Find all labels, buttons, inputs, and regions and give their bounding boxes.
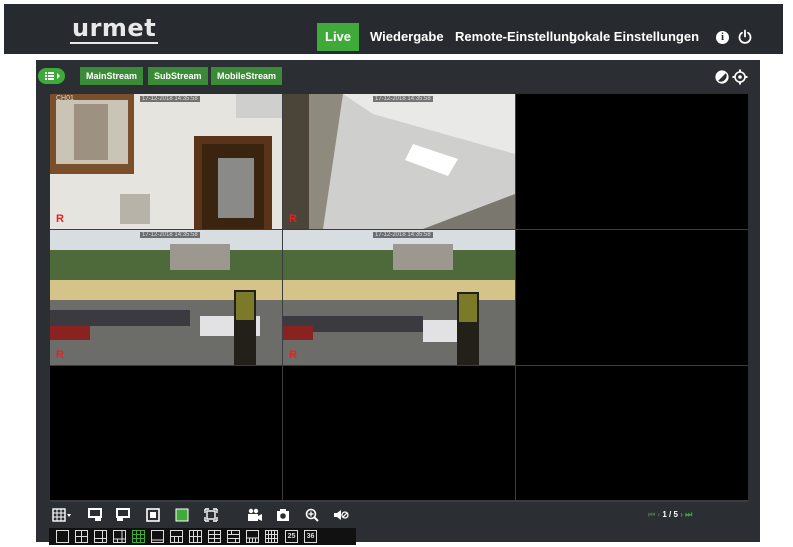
video-cell-3[interactable] bbox=[516, 94, 748, 229]
channel-label: CH03 bbox=[56, 231, 74, 238]
tab-live[interactable]: Live bbox=[317, 23, 360, 51]
last-page-button[interactable]: ⏭︎ bbox=[685, 510, 692, 519]
layout-4-icon[interactable] bbox=[75, 530, 88, 543]
info-icon[interactable]: i bbox=[716, 31, 729, 44]
channel-list-toggle-icon[interactable] bbox=[38, 68, 65, 84]
layout-single-wide-icon[interactable] bbox=[151, 530, 164, 543]
camera-feed-parking-lot bbox=[50, 230, 282, 365]
timestamp-overlay: 17-12-2018 14:35:58 bbox=[140, 232, 200, 238]
layout-selector: 25 36 bbox=[49, 528, 356, 545]
previous-screen-icon[interactable] bbox=[88, 508, 102, 522]
zoom-icon[interactable] bbox=[305, 508, 319, 522]
layout-13-icon[interactable] bbox=[208, 530, 221, 543]
video-cell-1[interactable]: CH01 17-12-2018 14:35:58 R bbox=[50, 94, 282, 229]
fullscreen-icon[interactable] bbox=[204, 508, 218, 522]
next-screen-icon[interactable] bbox=[116, 508, 130, 522]
green-view-icon[interactable] bbox=[175, 508, 189, 522]
timestamp-overlay: 17-12-2018 14:35:58 bbox=[140, 96, 200, 102]
page-separator: / bbox=[669, 510, 672, 519]
total-pages: 5 bbox=[673, 510, 678, 519]
previous-page-button[interactable]: ‹ bbox=[657, 510, 660, 519]
substream-button[interactable]: SubStream bbox=[148, 67, 208, 85]
video-cell-2[interactable]: 17-12-2018 14:35:58 R bbox=[283, 94, 515, 229]
mainstream-button[interactable]: MainStream bbox=[80, 67, 144, 85]
layout-14-icon[interactable] bbox=[227, 530, 240, 543]
timestamp-overlay: 17-12-2018 14:35:58 bbox=[373, 232, 433, 238]
layout-10-icon[interactable] bbox=[170, 530, 183, 543]
camera-feed-ceiling-light bbox=[283, 94, 515, 229]
channel-label: CH01 bbox=[56, 95, 74, 102]
layout-16-icon[interactable] bbox=[246, 530, 259, 543]
layout-6-icon[interactable] bbox=[94, 530, 107, 543]
current-page: 1 bbox=[662, 510, 667, 519]
snapshot-icon[interactable] bbox=[276, 508, 290, 522]
timestamp-overlay: 17-12-2018 14:35:58 bbox=[373, 96, 433, 102]
camera-feed-parking-lot bbox=[283, 230, 515, 365]
single-view-icon[interactable] bbox=[146, 508, 160, 522]
layout-12-icon[interactable] bbox=[189, 530, 202, 543]
power-icon[interactable] bbox=[737, 29, 753, 45]
first-page-button[interactable]: ⏮︎ bbox=[648, 510, 655, 519]
tab-lokale-einstellungen[interactable]: Lokale Einstellungen bbox=[561, 23, 707, 51]
layout-grid-icon[interactable] bbox=[52, 508, 72, 522]
recording-indicator: R bbox=[56, 213, 64, 225]
mobilestream-button[interactable]: MobileStream bbox=[211, 67, 283, 85]
record-icon[interactable] bbox=[247, 508, 263, 522]
next-page-button[interactable]: › bbox=[680, 510, 683, 519]
layout-8-icon[interactable] bbox=[113, 530, 126, 543]
video-cell-8[interactable] bbox=[283, 366, 515, 500]
video-cell-6[interactable] bbox=[516, 230, 748, 365]
page-navigator: ⏮︎ ‹ 1 / 5 › ⏭︎ bbox=[648, 508, 692, 522]
video-cell-9[interactable] bbox=[516, 366, 748, 500]
layout-36-button[interactable]: 36 bbox=[304, 530, 317, 543]
video-grid: CH01 17-12-2018 14:35:58 R 17-12-2018 14… bbox=[50, 94, 748, 502]
camera-feed-indoor-door bbox=[50, 94, 282, 229]
recording-indicator: R bbox=[289, 349, 297, 361]
live-toolbar bbox=[50, 505, 748, 525]
gear-icon[interactable] bbox=[732, 69, 748, 85]
video-cell-5[interactable]: CH04 17-12-2018 14:35:58 R bbox=[283, 230, 515, 365]
recording-indicator: R bbox=[289, 213, 297, 225]
layout-20-icon[interactable] bbox=[265, 530, 278, 543]
layout-25-button[interactable]: 25 bbox=[285, 530, 298, 543]
channel-label: CH04 bbox=[289, 231, 307, 238]
contrast-icon[interactable] bbox=[715, 70, 729, 84]
layout-9-icon[interactable] bbox=[132, 530, 145, 543]
recording-indicator: R bbox=[56, 349, 64, 361]
audio-icon[interactable] bbox=[333, 508, 349, 522]
tab-wiedergabe[interactable]: Wiedergabe bbox=[362, 23, 452, 51]
video-cell-7[interactable] bbox=[50, 366, 282, 500]
video-cell-4[interactable]: CH03 17-12-2018 14:35:58 R bbox=[50, 230, 282, 365]
layout-1-icon[interactable] bbox=[56, 530, 69, 543]
brand-logo: urmet bbox=[69, 14, 159, 44]
